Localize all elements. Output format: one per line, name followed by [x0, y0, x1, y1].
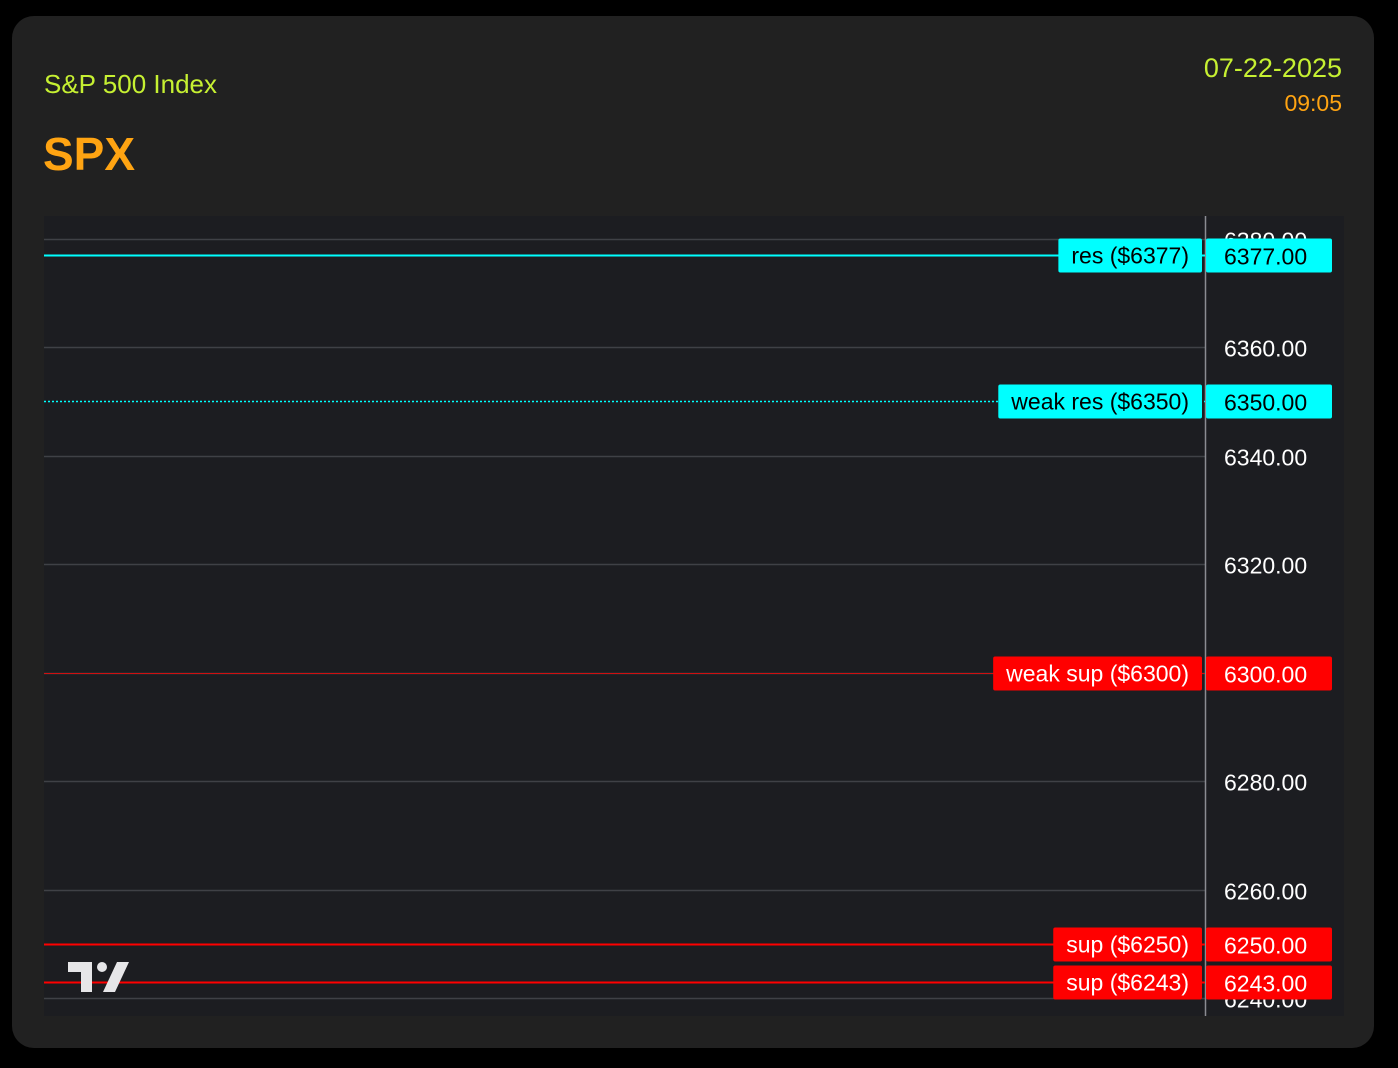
level-price-label: 6300.00: [1224, 662, 1307, 688]
price-chart[interactable]: 6240.006260.006280.006300.006320.006340.…: [44, 216, 1344, 1016]
level-price-label: 6350.00: [1224, 390, 1307, 416]
ticker-symbol: SPX: [43, 128, 136, 180]
y-tick-label: 6280.00: [1224, 770, 1307, 796]
level-name-label: res ($6377): [1071, 243, 1189, 269]
level-name-label: sup ($6250): [1066, 932, 1189, 958]
level-price-label: 6243.00: [1224, 971, 1307, 997]
level-name-label: sup ($6243): [1066, 970, 1189, 996]
price-chart-svg: 6240.006260.006280.006300.006320.006340.…: [44, 216, 1332, 1016]
level-lines: res ($6377) 6377.00 weak res ($6350) 6350.0…: [44, 238, 1332, 1000]
level-price-label: 6250.00: [1224, 933, 1307, 959]
grid-lines: [44, 238, 1205, 1000]
time-label: 09:05: [1284, 90, 1342, 116]
level-name-label: weak res ($6350): [1010, 389, 1189, 415]
y-tick-label: 6260.00: [1224, 879, 1307, 905]
index-name: S&P 500 Index: [44, 69, 217, 99]
level-price-label: 6377.00: [1224, 244, 1307, 270]
y-tick-label: 6340.00: [1224, 445, 1307, 471]
y-tick-label: 6360.00: [1224, 336, 1307, 362]
level-name-label: weak sup ($6300): [1005, 661, 1189, 687]
date-label: 07-22-2025: [1203, 53, 1342, 83]
price-axis-ticks: 6240.006260.006280.006300.006320.006340.…: [1224, 228, 1307, 1013]
tradingview-logo-icon[interactable]: [68, 962, 129, 992]
y-tick-label: 6320.00: [1224, 553, 1307, 579]
